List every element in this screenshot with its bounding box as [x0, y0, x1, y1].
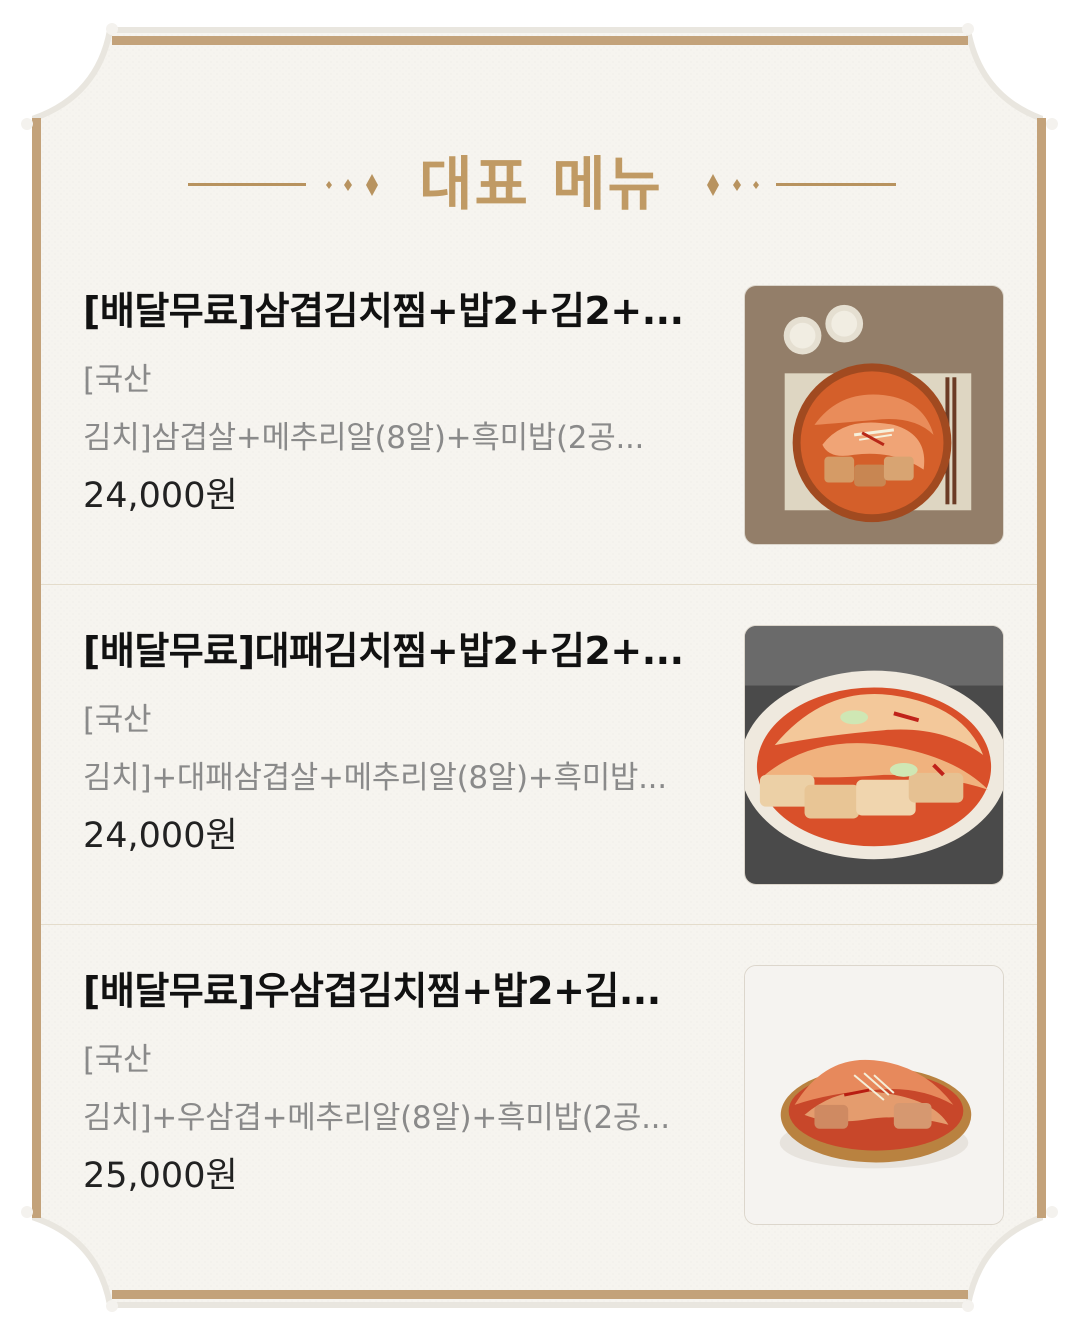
menu-item-desc-line: [국산: [83, 362, 152, 398]
menu-item-desc-line: 김치]삼겹살+메추리알(8알)+흑미밥(2공...: [83, 420, 645, 456]
sparkle-icon: [316, 162, 384, 208]
beef-brisket-kimchi-stew-photo[interactable]: [744, 965, 1004, 1225]
menu-item-description: [국산 김치]삼겹살+메추리알(8알)+흑미밥(2공...: [83, 351, 723, 467]
menu-item-price: 25,000원: [83, 1156, 238, 1196]
sparkle-icon: [701, 162, 769, 208]
menu-item-desc-line: 김치]+우삼겹+메추리알(8알)+흑미밥(2공...: [83, 1100, 670, 1136]
menu-item[interactable]: [배달무료]대패김치찜+밥2+김2+... [국산 김치]+대패삼겹살+메추리알…: [41, 585, 1037, 925]
menu-item-description: [국산 김치]+대패삼겹살+메추리알(8알)+흑미밥...: [83, 691, 723, 807]
thin-sliced-pork-kimchi-stew-photo[interactable]: [744, 625, 1004, 885]
header-line-left: [188, 183, 306, 186]
menu-item[interactable]: [배달무료]우삼겹김치찜+밥2+김... [국산 김치]+우삼겹+메추리알(8알…: [41, 925, 1037, 1265]
menu-item-desc-line: 김치]+대패삼겹살+메추리알(8알)+흑미밥...: [83, 760, 667, 796]
menu-item[interactable]: [배달무료]삼겹김치찜+밥2+김2+... [국산 김치]삼겹살+메추리알(8알…: [41, 245, 1037, 585]
menu-item-price: 24,000원: [83, 816, 238, 856]
menu-item-name: [배달무료]우삼겹김치찜+밥2+김...: [83, 969, 661, 1013]
menu-list: [배달무료]삼겹김치찜+밥2+김2+... [국산 김치]삼겹살+메추리알(8알…: [41, 245, 1037, 1265]
pork-belly-kimchi-stew-photo[interactable]: [744, 285, 1004, 545]
menu-item-description: [국산 김치]+우삼겹+메추리알(8알)+흑미밥(2공...: [83, 1031, 723, 1147]
section-title: 대표 메뉴: [419, 150, 663, 218]
menu-card: 대표 메뉴 [배달무료]삼겹김치찜+밥2+김2+... [국산 김치]삼겹살+메…: [0, 0, 1080, 1335]
menu-item-desc-line: [국산: [83, 1042, 152, 1078]
header-line-right: [776, 183, 896, 186]
menu-item-name: [배달무료]대패김치찜+밥2+김2+...: [83, 629, 684, 673]
section-header: 대표 메뉴: [0, 140, 1080, 230]
menu-item-desc-line: [국산: [83, 702, 152, 738]
menu-item-price: 24,000원: [83, 476, 238, 516]
menu-item-name: [배달무료]삼겹김치찜+밥2+김2+...: [83, 289, 684, 333]
